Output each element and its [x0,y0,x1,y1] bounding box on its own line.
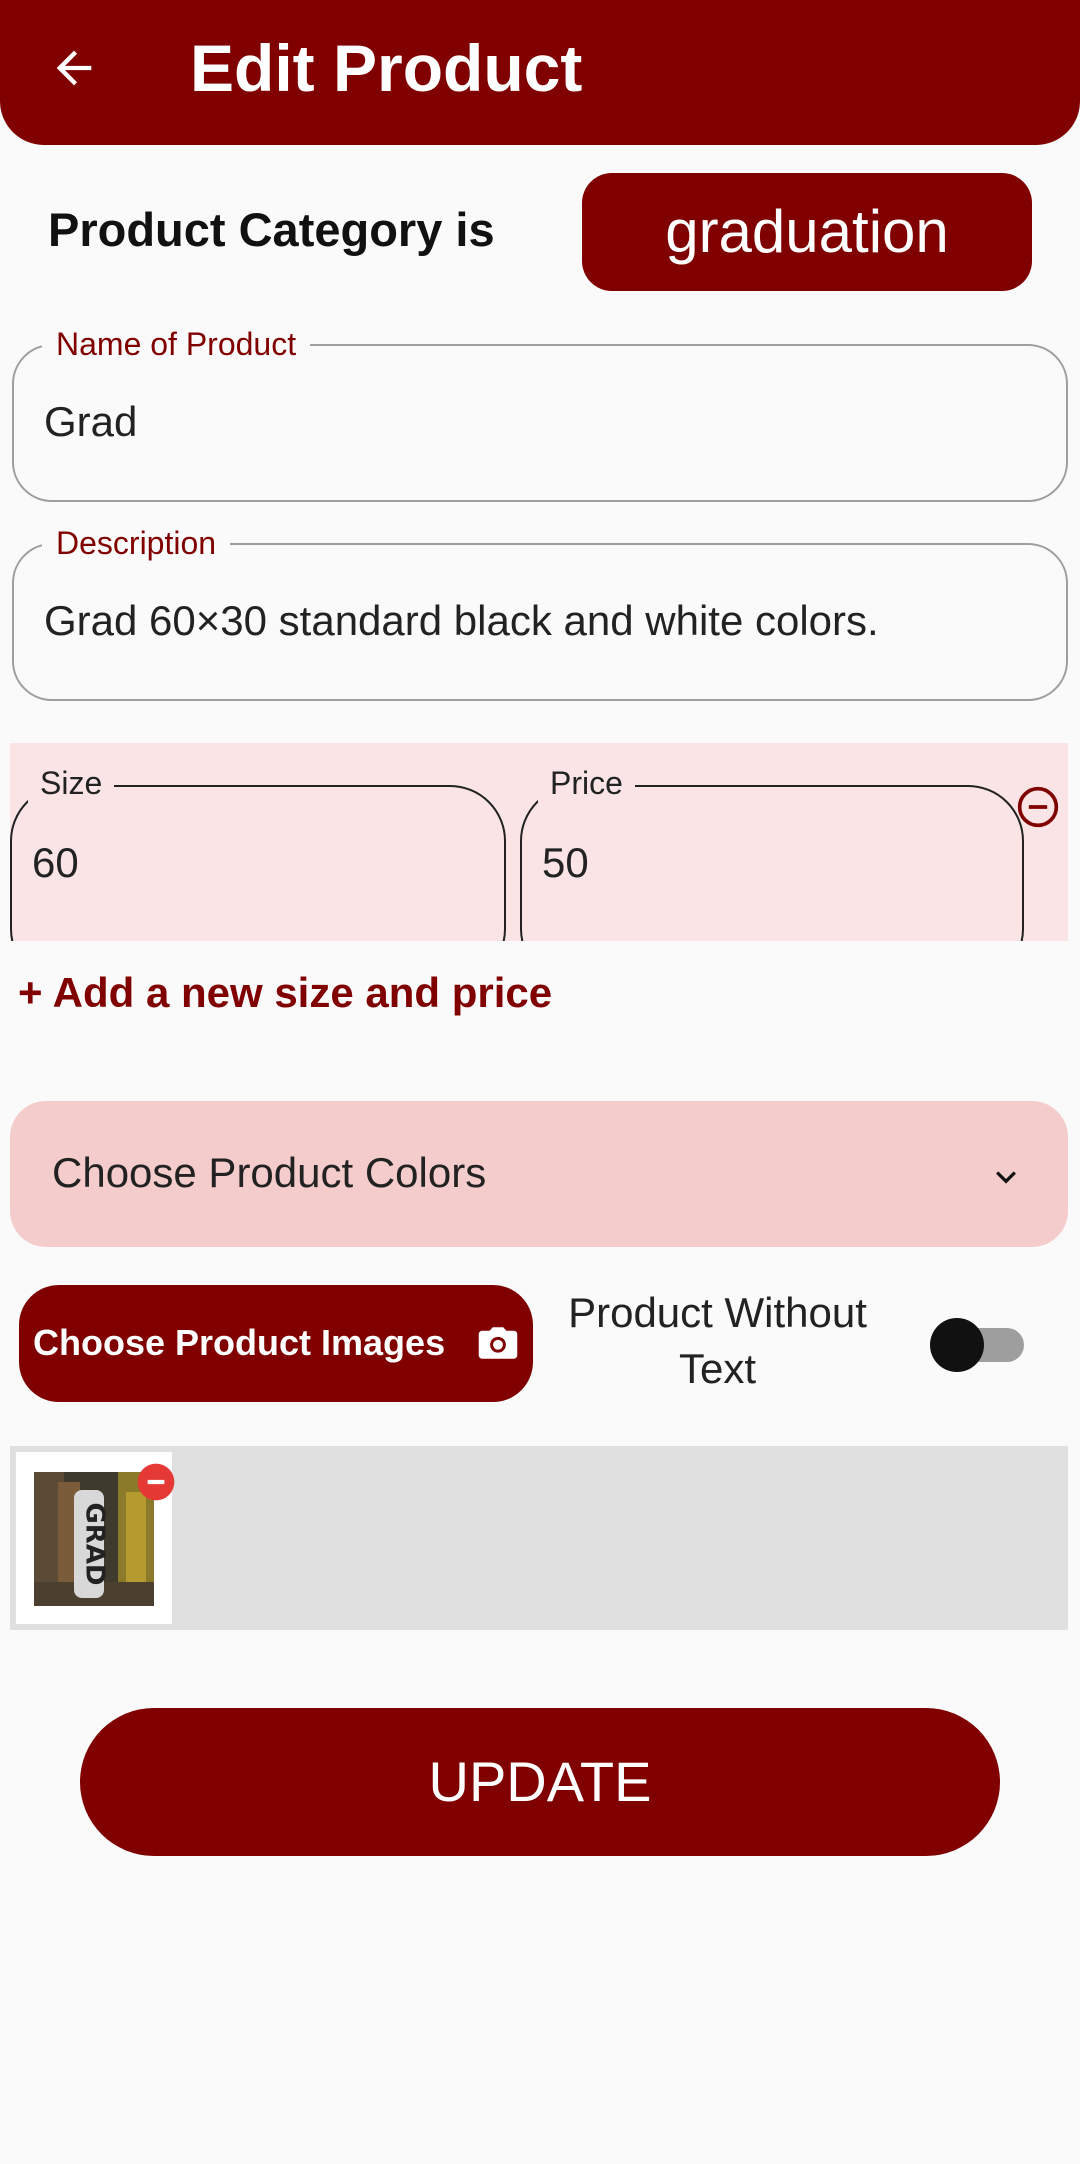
choose-images-label: Choose Product Images [33,1322,446,1363]
size-field[interactable]: Size 60 [10,763,506,941]
choose-images-button[interactable]: Choose Product Images [19,1285,533,1402]
remove-image-icon[interactable] [136,1462,176,1502]
price-field[interactable]: Price 50 [520,763,1024,941]
description-input[interactable]: Grad 60×30 standard black and white colo… [44,595,879,647]
arrow-back-icon[interactable] [48,42,100,94]
price-label: Price [538,763,635,803]
add-size-price-link[interactable]: + Add a new size and price [18,965,552,1021]
product-name-field[interactable]: Name of Product Grad [12,324,1068,502]
size-input[interactable]: 60 [32,837,79,889]
colors-dropdown-label: Choose Product Colors [52,1149,487,1196]
description-label: Description [42,523,231,563]
product-name-label: Name of Product [42,324,311,364]
product-colors-dropdown[interactable]: Choose Product Colors [10,1101,1068,1247]
product-image-card[interactable]: GRAD [16,1452,175,1624]
app-bar: Edit Product [0,0,1080,145]
price-input[interactable]: 50 [542,837,589,889]
category-label: Product Category is [48,203,495,256]
product-images-strip: GRAD [10,1446,1068,1630]
toggle-thumb [930,1318,984,1372]
without-text-label: Product Without Text [568,1289,867,1392]
remove-circle-icon[interactable] [1016,785,1060,829]
chevron-down-icon [996,1171,1016,1184]
category-badge: graduation [582,173,1032,291]
update-button[interactable]: UPDATE [80,1708,1000,1856]
product-name-input[interactable]: Grad [44,396,137,448]
camera-icon [478,1327,518,1359]
size-price-row: Size 60 Price 50 [10,743,1068,941]
thumbnail-caption: GRAD [80,1502,110,1585]
page-title: Edit Product [190,31,583,105]
description-field[interactable]: Description Grad 60×30 standard black an… [12,523,1068,701]
without-text-toggle[interactable] [930,1318,1030,1372]
size-label: Size [28,763,115,803]
